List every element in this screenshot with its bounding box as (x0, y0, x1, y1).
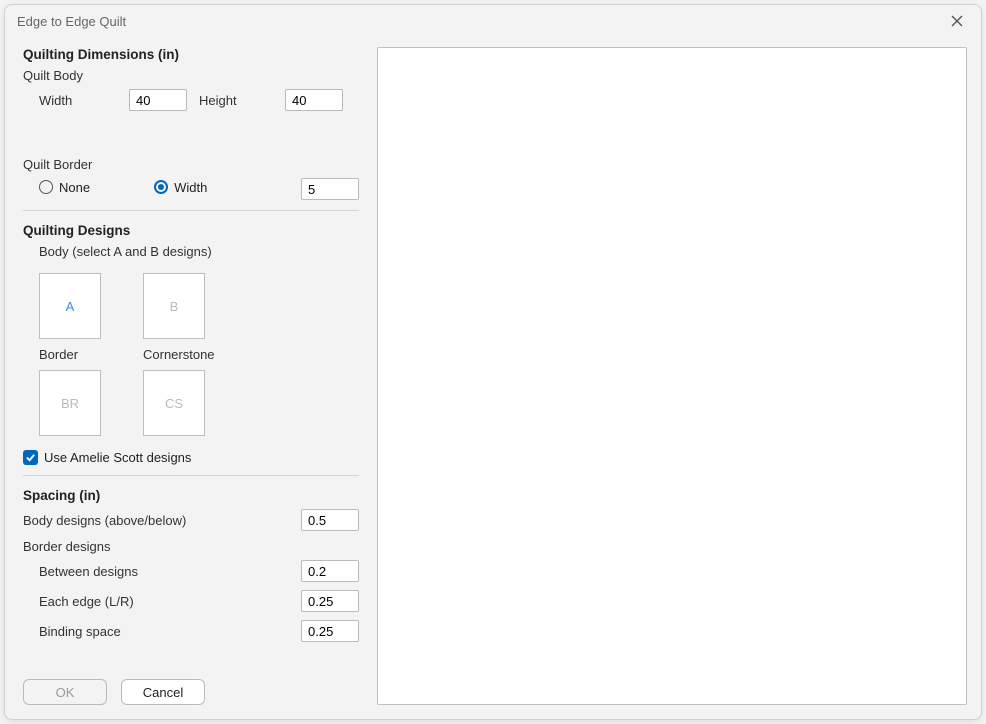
content-area: Quilting Dimensions (in) Quilt Body Widt… (5, 37, 981, 719)
design-slot-border[interactable]: BR (39, 370, 101, 436)
use-amelie-label: Use Amelie Scott designs (44, 450, 191, 465)
border-designs-label: Border designs (23, 539, 359, 554)
left-panel: Quilting Dimensions (in) Quilt Body Widt… (23, 47, 359, 705)
dimensions-title: Quilting Dimensions (in) (23, 47, 359, 62)
spacing-binding-label: Binding space (39, 624, 301, 639)
spacing-between-row: Between designs (23, 560, 359, 582)
spacing-body-row: Body designs (above/below) (23, 509, 359, 531)
dialog-title: Edge to Edge Quilt (17, 14, 126, 29)
titlebar: Edge to Edge Quilt (5, 5, 981, 37)
body-width-input[interactable] (129, 89, 187, 111)
spacing-title: Spacing (in) (23, 488, 359, 503)
spacing-body-input[interactable] (301, 509, 359, 531)
design-slot-a[interactable]: A (39, 273, 101, 339)
divider-1 (23, 210, 359, 211)
width-label: Width (39, 93, 129, 108)
body-select-label: Body (select A and B designs) (23, 244, 359, 259)
spacing-edge-label: Each edge (L/R) (39, 594, 301, 609)
border-width-radio-label: Width (174, 180, 207, 195)
border-width-radio[interactable]: Width (154, 180, 207, 195)
design-slot-b[interactable]: B (143, 273, 205, 339)
spacing-between-label: Between designs (39, 564, 301, 579)
spacing-body-label: Body designs (above/below) (23, 513, 301, 528)
use-amelie-checkbox[interactable] (23, 450, 38, 465)
button-row: OK Cancel (23, 677, 359, 705)
design-slot-cornerstone[interactable]: CS (143, 370, 205, 436)
use-amelie-checkbox-row[interactable]: Use Amelie Scott designs (23, 450, 359, 465)
spacing-edge-row: Each edge (L/R) (23, 590, 359, 612)
border-options-row: None Width (23, 178, 359, 200)
quilt-body-label: Quilt Body (23, 68, 359, 83)
spacing-edge-input[interactable] (301, 590, 359, 612)
cancel-button[interactable]: Cancel (121, 679, 205, 705)
divider-2 (23, 475, 359, 476)
height-label: Height (199, 93, 285, 108)
border-width-input[interactable] (301, 178, 359, 200)
quilt-border-label: Quilt Border (23, 157, 359, 172)
body-dims-row: Width Height (23, 89, 359, 111)
spacing-between-input[interactable] (301, 560, 359, 582)
border-col-label: Border (39, 347, 101, 362)
spacing-binding-input[interactable] (301, 620, 359, 642)
design-grid: A B Border Cornerstone BR CS (23, 273, 359, 436)
preview-panel (377, 47, 967, 705)
close-icon (951, 15, 963, 27)
close-button[interactable] (943, 9, 971, 33)
spacing-binding-row: Binding space (23, 620, 359, 642)
dialog-window: Edge to Edge Quilt Quilting Dimensions (… (4, 4, 982, 720)
border-none-radio[interactable]: None (39, 180, 90, 195)
designs-title: Quilting Designs (23, 223, 359, 238)
ok-button[interactable]: OK (23, 679, 107, 705)
check-icon (25, 452, 36, 463)
body-height-input[interactable] (285, 89, 343, 111)
cornerstone-col-label: Cornerstone (143, 347, 205, 362)
border-none-label: None (59, 180, 90, 195)
